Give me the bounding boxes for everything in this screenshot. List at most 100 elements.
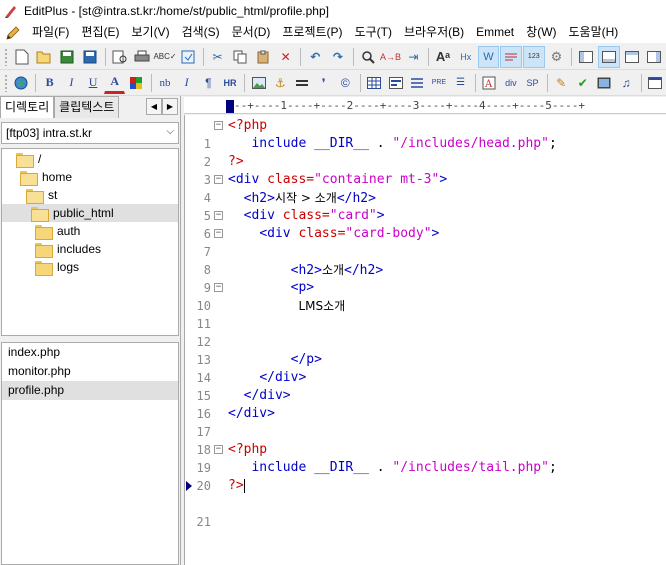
code-line[interactable]: 2 include __DIR__ . "/includes/head.php"… (185, 135, 666, 169)
font-color-button[interactable]: A (104, 72, 126, 94)
music-icon[interactable]: ♫ (616, 72, 637, 94)
hex-icon[interactable]: Hx (455, 46, 477, 68)
fold-collapse-icon[interactable]: − (214, 121, 223, 130)
code-line-current[interactable]: 21 ?> (185, 477, 666, 529)
tree-item-public-html[interactable]: public_html (2, 204, 178, 222)
save-all-icon[interactable] (79, 46, 101, 68)
goto-icon[interactable]: ⇥ (403, 46, 425, 68)
span-button[interactable]: SP (522, 72, 543, 94)
code-line[interactable]: 13 (185, 333, 666, 367)
entity-icon[interactable]: © (335, 72, 356, 94)
div-button[interactable]: div (501, 72, 522, 94)
code-line[interactable]: 15 </div> (185, 369, 666, 403)
undo-icon[interactable]: ↶ (304, 46, 326, 68)
validate-icon[interactable]: ✔ (572, 72, 593, 94)
word-wrap-icon[interactable]: W (477, 45, 500, 68)
code-line[interactable]: 9 <h2>소개</h2> (185, 261, 666, 295)
browser-globe-icon[interactable] (11, 72, 32, 94)
panel-3-icon[interactable] (621, 46, 643, 68)
bold-button[interactable]: B (39, 72, 60, 94)
template-icon[interactable] (644, 72, 665, 94)
menu-emmet[interactable]: Emmet (470, 23, 520, 42)
tree-item-includes[interactable]: includes (35, 240, 176, 258)
underline-button[interactable]: U (83, 72, 104, 94)
panel-4-icon[interactable] (643, 46, 665, 68)
menu-edit[interactable]: 편집(E) (75, 23, 125, 42)
print-preview-icon[interactable] (109, 46, 131, 68)
fold-collapse-icon[interactable]: − (214, 175, 223, 184)
file-item-monitor[interactable]: monitor.php (2, 362, 178, 381)
settings-icon[interactable]: ⚙ (546, 46, 568, 68)
code-line[interactable]: 17 </div> (185, 405, 666, 439)
ftp-account-select[interactable]: [ftp03] intra.st.kr ⌵ (1, 122, 179, 144)
fold-collapse-icon[interactable]: − (214, 283, 223, 292)
code-line[interactable]: 11 LMS소개 (185, 297, 666, 331)
tree-item-home[interactable]: home (20, 168, 176, 186)
tab-directory[interactable]: 디렉토리 (0, 96, 55, 118)
font-icon[interactable]: A (479, 72, 500, 94)
tab-scroll-right-icon[interactable]: ▶ (162, 98, 178, 115)
font-size-icon[interactable]: Aᵃ (432, 46, 454, 68)
italic-tag-button[interactable]: I (176, 72, 197, 94)
redo-icon[interactable]: ↷ (327, 46, 349, 68)
file-item-index[interactable]: index.php (2, 343, 178, 362)
tree-item-logs[interactable]: logs (35, 258, 176, 276)
hr-line-icon[interactable] (292, 72, 313, 94)
anchor-icon[interactable]: ⚓ (270, 72, 291, 94)
line-number-icon[interactable]: 123 (522, 45, 545, 68)
code-line[interactable]: 10 − <p> (185, 279, 666, 313)
tree-item-st[interactable]: st (26, 186, 176, 204)
paste-icon[interactable] (252, 46, 274, 68)
replace-icon[interactable]: A→B (380, 46, 402, 68)
table-icon[interactable] (364, 72, 385, 94)
print-icon[interactable] (131, 46, 153, 68)
code-line[interactable]: 16 </div> (185, 387, 666, 421)
tree-item-root[interactable]: / (16, 150, 176, 168)
save-icon[interactable] (56, 46, 78, 68)
code-line[interactable]: 6 − <div class="card"> (185, 207, 666, 241)
comment-icon[interactable]: ❜ (313, 72, 334, 94)
delete-icon[interactable]: ✕ (275, 46, 297, 68)
code-line[interactable]: 20 include __DIR__ . "/includes/tail.php… (185, 459, 666, 493)
fold-collapse-icon[interactable]: − (214, 211, 223, 220)
tab-cliptext[interactable]: 클립텍스트 (54, 96, 120, 118)
code-line[interactable]: 19 − <?php (185, 441, 666, 475)
menu-project[interactable]: 프로젝트(P) (276, 23, 348, 42)
code-line[interactable]: 5 <h2>시작 > 소개</h2> (185, 189, 666, 223)
code-line[interactable]: 14 </p> (185, 351, 666, 385)
nbsp-button[interactable]: nb (155, 72, 176, 94)
web-preview-icon[interactable] (177, 46, 199, 68)
toolbar-grip[interactable] (4, 73, 8, 92)
code-line[interactable]: 8 (185, 243, 666, 277)
code-line[interactable]: 18 (185, 423, 666, 457)
fold-collapse-icon[interactable]: − (214, 229, 223, 238)
copy-icon[interactable] (229, 46, 251, 68)
color-palette-icon[interactable] (126, 72, 147, 94)
edit-pencil-icon[interactable]: ✎ (551, 72, 572, 94)
menu-document[interactable]: 문서(D) (226, 23, 277, 42)
menu-help[interactable]: 도움말(H) (563, 23, 625, 42)
menu-browser[interactable]: 브라우저(B) (398, 23, 470, 42)
code-line[interactable]: 1 − <?php (185, 117, 666, 151)
code-line[interactable]: 3 ?> (185, 153, 666, 187)
panel-1-icon[interactable] (575, 46, 597, 68)
menu-tools[interactable]: 도구(T) (349, 23, 398, 42)
ordered-list-icon[interactable]: ☰ (450, 72, 471, 94)
panel-2-icon[interactable] (597, 45, 620, 68)
image-icon[interactable] (248, 72, 269, 94)
menu-file[interactable]: 파일(F) (26, 23, 75, 42)
code-editor[interactable]: 1 − <?php 2 include __DIR__ . "/includes… (184, 115, 666, 565)
code-line[interactable]: 4 − <div class="container mt-3"> (185, 171, 666, 205)
pencil-icon[interactable] (4, 24, 22, 42)
tree-item-auth[interactable]: auth (35, 222, 176, 240)
paragraph-button[interactable]: ¶ (198, 72, 219, 94)
open-folder-icon[interactable] (34, 46, 56, 68)
menu-window[interactable]: 창(W) (520, 23, 562, 42)
file-item-profile[interactable]: profile.php (2, 381, 178, 400)
new-file-icon[interactable] (11, 46, 33, 68)
spell-check-icon[interactable]: ABC✓ (153, 46, 176, 68)
code-line[interactable]: 12 (185, 315, 666, 349)
cut-icon[interactable]: ✂ (207, 46, 229, 68)
ruler-icon[interactable] (500, 45, 522, 68)
fold-collapse-icon[interactable]: − (214, 445, 223, 454)
